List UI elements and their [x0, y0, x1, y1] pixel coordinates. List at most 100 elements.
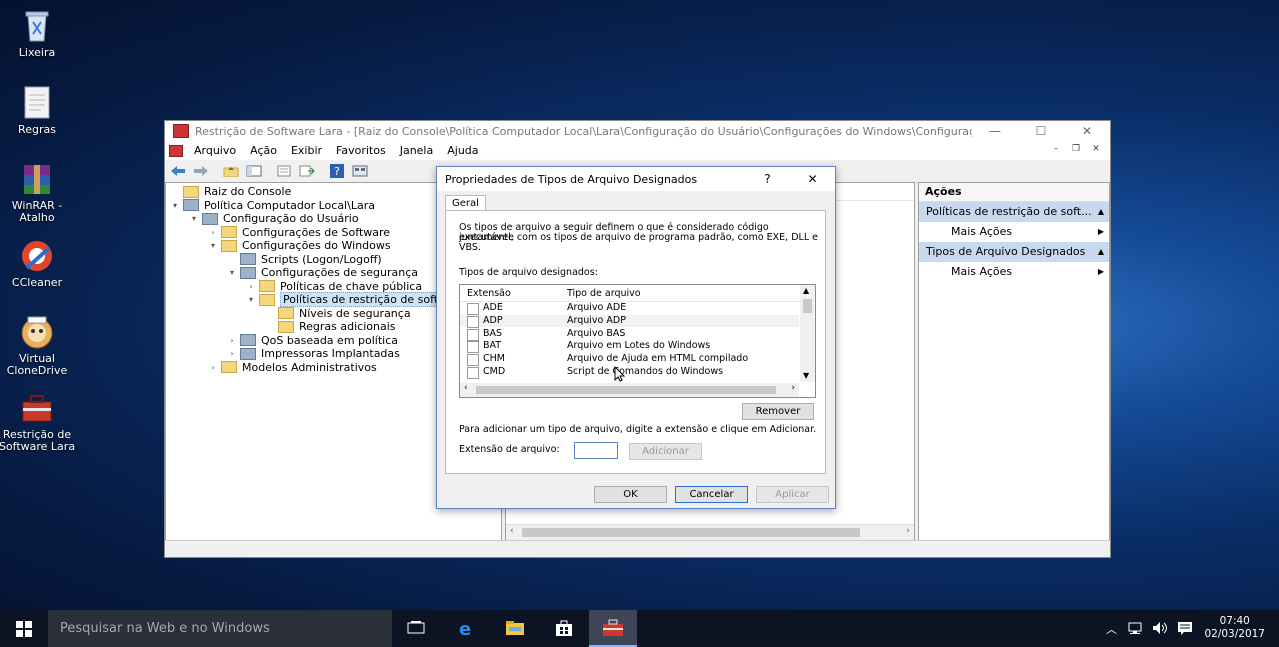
tree-item[interactable]: › Configurações de Software [208, 226, 390, 239]
up-folder-icon[interactable] [221, 163, 241, 179]
forward-arrow-icon[interactable] [191, 163, 211, 179]
menu-favoritos[interactable]: Favoritos [329, 144, 393, 157]
scroll-left-arrow-icon[interactable]: ‹ [510, 526, 514, 536]
apply-button[interactable]: Aplicar [756, 486, 829, 503]
collapsed-chevron-icon[interactable]: › [208, 361, 218, 374]
file-types-list[interactable]: Extensão Tipo de arquivo ADE Arquivo ADE A… [459, 284, 816, 398]
show-hide-tree-icon[interactable] [244, 163, 264, 179]
expanded-chevron-icon[interactable]: ▾ [227, 266, 237, 279]
scrollbar-thumb[interactable] [476, 386, 776, 394]
mdi-minimize-button[interactable]: – [1048, 144, 1064, 154]
list-vertical-scrollbar[interactable]: ▲ ▼ [800, 285, 815, 382]
close-button[interactable]: ✕ [1064, 124, 1110, 138]
tree-item[interactable]: ▾ Política Computador Local\Lara [170, 199, 375, 212]
menu-janela[interactable]: Janela [393, 144, 441, 157]
collapsed-chevron-icon[interactable]: › [227, 334, 237, 347]
actions-section-politicas[interactable]: Políticas de restrição de soft... ▲ [919, 202, 1109, 222]
desktop-icon-winrar[interactable]: WinRAR - Atalho [0, 161, 76, 224]
export-list-icon[interactable] [297, 163, 317, 179]
start-button[interactable] [0, 610, 48, 647]
menu-exibir[interactable]: Exibir [284, 144, 329, 157]
tree-item[interactable]: › Impressoras Implantadas [227, 347, 400, 360]
maximize-button[interactable]: ☐ [1018, 124, 1064, 138]
tree-item[interactable]: › QoS baseada em política [227, 334, 398, 347]
store-icon[interactable] [554, 619, 574, 637]
scrollbar-thumb[interactable] [803, 299, 812, 313]
scroll-right-arrow-icon[interactable]: › [906, 526, 910, 536]
desktop-icon-restricao[interactable]: Restrição de Software Lara [0, 390, 76, 453]
list-item[interactable]: ADP Arquivo ADP [460, 314, 799, 328]
collapse-triangle-icon[interactable]: ▲ [1093, 202, 1109, 222]
list-horizontal-scrollbar[interactable]: ‹ › [460, 383, 799, 397]
ok-button[interactable]: OK [594, 486, 667, 503]
tree-item[interactable]: Níveis de segurança [265, 307, 411, 320]
tree-item[interactable]: Scripts (Logon/Logoff) [227, 253, 382, 266]
volume-icon[interactable] [1152, 621, 1168, 638]
mdi-close-button[interactable]: ✕ [1088, 144, 1104, 154]
help-icon[interactable]: ? [327, 163, 347, 179]
dialog-help-button[interactable]: ? [745, 172, 790, 186]
list-item[interactable]: CHM Arquivo de Ajuda em HTML compilado [460, 353, 799, 367]
dialog-titlebar[interactable]: Propriedades de Tipos de Arquivo Designa… [437, 167, 835, 191]
expanded-chevron-icon[interactable]: ▾ [246, 293, 256, 306]
expanded-chevron-icon[interactable]: ▾ [170, 199, 180, 212]
desktop-icon-ccleaner[interactable]: CCleaner [0, 238, 76, 289]
menu-acao[interactable]: Ação [243, 144, 284, 157]
list-item[interactable]: CMD Script de Comandos do Windows [460, 366, 799, 379]
list-item[interactable]: BAT Arquivo em Lotes do Windows [460, 340, 799, 354]
tray-chevron-up-icon[interactable]: ︿ [1106, 621, 1117, 637]
scroll-down-arrow-icon[interactable]: ▼ [803, 371, 809, 380]
scroll-right-arrow-icon[interactable]: › [791, 383, 795, 393]
window-titlebar[interactable]: Restrição de Software Lara - [Raiz do Co… [165, 121, 1110, 141]
desktop-icon-lixeira[interactable]: Lixeira [0, 8, 76, 59]
mdi-restore-button[interactable]: ❐ [1068, 144, 1084, 154]
menu-ajuda[interactable]: Ajuda [440, 144, 485, 157]
scroll-up-arrow-icon[interactable]: ▲ [803, 286, 809, 295]
taskbar-clock[interactable]: 07:40 02/03/2017 [1204, 615, 1265, 641]
taskbar-search-box[interactable]: Pesquisar na Web e no Windows [48, 610, 392, 647]
tree-item[interactable]: ▾ Políticas de restrição de softv [246, 292, 448, 307]
tree-item[interactable]: ▾ Configurações do Windows [208, 239, 391, 252]
actions-item-mais-acoes-1[interactable]: Mais Ações ▶ [919, 222, 1109, 242]
tree-item[interactable]: › Modelos Administrativos [208, 361, 376, 374]
menu-arquivo[interactable]: Arquivo [187, 144, 243, 157]
tree-item[interactable]: ▾ Configurações de segurança [227, 266, 418, 279]
notifications-icon[interactable] [1177, 621, 1193, 638]
collapsed-chevron-icon[interactable]: › [208, 226, 218, 239]
cancel-button[interactable]: Cancelar [675, 486, 748, 503]
tree-item[interactable]: ▾ Configuração do Usuário [189, 212, 359, 225]
column-header-extensao[interactable]: Extensão [467, 288, 511, 299]
extension-input[interactable] [574, 442, 618, 459]
tree-item[interactable]: Regras adicionais [265, 320, 396, 333]
network-icon[interactable] [1128, 621, 1144, 638]
back-arrow-icon[interactable] [168, 163, 188, 179]
remove-button[interactable]: Remover [742, 403, 814, 420]
scroll-left-arrow-icon[interactable]: ‹ [464, 383, 468, 393]
task-view-icon[interactable] [406, 619, 426, 637]
collapsed-chevron-icon[interactable]: › [246, 280, 256, 293]
tab-geral[interactable]: Geral [445, 195, 486, 211]
desktop-icon-virtual-clonedrive[interactable]: Virtual CloneDrive [0, 314, 76, 377]
column-header-tipo[interactable]: Tipo de arquivo [567, 288, 641, 299]
desktop-icon-regras[interactable]: Regras [0, 85, 76, 136]
collapsed-chevron-icon[interactable]: › [227, 347, 237, 360]
tree-item[interactable]: › Políticas de chave pública [246, 280, 422, 293]
actions-section-tipos[interactable]: Tipos de Arquivo Designados ▲ [919, 242, 1109, 262]
taskbar-app-restricao[interactable] [589, 610, 637, 647]
collapse-triangle-icon[interactable]: ▲ [1093, 242, 1109, 262]
dialog-close-button[interactable]: ✕ [790, 172, 835, 186]
list-item[interactable]: BAS Arquivo BAS [460, 328, 799, 341]
details-horizontal-scrollbar[interactable]: ‹ › [506, 524, 914, 540]
file-explorer-icon[interactable] [505, 619, 525, 637]
tree-item[interactable]: Raiz do Console [170, 185, 291, 198]
minimize-button[interactable]: — [972, 124, 1018, 138]
list-item[interactable]: ADE Arquivo ADE [460, 302, 799, 315]
expanded-chevron-icon[interactable]: ▾ [189, 212, 199, 225]
add-button[interactable]: Adicionar [629, 443, 702, 460]
actions-item-mais-acoes-2[interactable]: Mais Ações ▶ [919, 262, 1109, 282]
edge-browser-icon[interactable]: e [457, 619, 477, 640]
properties-icon[interactable] [274, 163, 294, 179]
scrollbar-thumb[interactable] [522, 528, 860, 537]
expanded-chevron-icon[interactable]: ▾ [208, 239, 218, 252]
view-icon[interactable] [350, 163, 370, 179]
